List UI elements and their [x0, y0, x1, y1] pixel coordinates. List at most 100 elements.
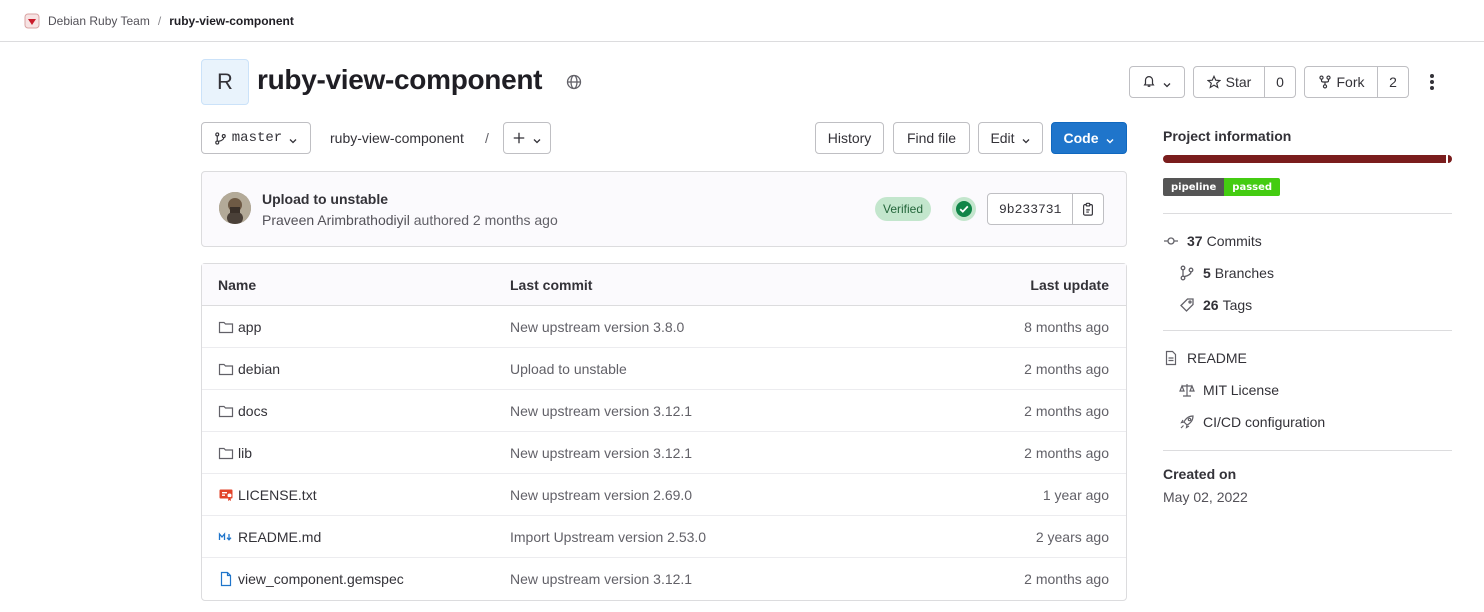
row-commit-message[interactable]: New upstream version 3.12.1 [510, 445, 930, 461]
fork-button[interactable]: Fork [1305, 67, 1377, 97]
row-updated: 2 months ago [1024, 402, 1109, 419]
license-icon [218, 487, 234, 503]
commit-meta: Praveen Arimbrathodiyil authored 2 month… [262, 212, 558, 228]
fork-button-group: Fork 2 [1304, 66, 1409, 98]
commits-link[interactable]: 37 Commits [1163, 233, 1262, 249]
copy-icon[interactable] [1073, 194, 1103, 224]
code-button[interactable]: Code [1051, 122, 1127, 154]
branch-icon [1180, 265, 1194, 281]
table-row[interactable]: view_component.gemspec New upstream vers… [202, 558, 1126, 600]
pipeline-status-icon[interactable] [952, 197, 976, 221]
tags-link[interactable]: 26 Tags [1179, 297, 1252, 313]
commit-icon [1164, 237, 1178, 245]
plus-icon [512, 131, 526, 145]
row-commit-message[interactable]: Import Upstream version 2.53.0 [510, 529, 930, 545]
chevron-down-icon [1021, 133, 1031, 144]
verified-badge[interactable]: Verified [875, 197, 932, 221]
kebab-icon[interactable] [1424, 70, 1440, 94]
find-file-button[interactable]: Find file [893, 122, 970, 154]
file-name[interactable]: LICENSE.txt [238, 487, 317, 503]
branch-selector[interactable]: master [201, 122, 311, 154]
project-avatar[interactable]: R [201, 59, 249, 105]
readme-link[interactable]: README [1163, 350, 1247, 366]
star-button[interactable]: Star [1194, 67, 1264, 97]
star-button-group: Star 0 [1193, 66, 1296, 98]
tags-count: 26 [1203, 297, 1219, 313]
fork-icon [1318, 75, 1332, 89]
breadcrumb-group[interactable]: Debian Ruby Team [48, 14, 150, 28]
branches-link[interactable]: 5 Branches [1179, 265, 1274, 281]
edit-label: Edit [990, 130, 1015, 146]
bell-icon [1142, 74, 1156, 91]
chevron-down-icon [1162, 77, 1172, 88]
commit-sha-group: 9b233731 [987, 193, 1105, 225]
row-updated: 2 months ago [1024, 571, 1109, 587]
breadcrumb-separator: / [157, 13, 162, 28]
last-commit-panel: Upload to unstable Praveen Arimbrathodiy… [201, 171, 1127, 247]
commits-label: Commits [1206, 233, 1262, 249]
folder-icon [218, 403, 234, 419]
history-button[interactable]: History [815, 122, 884, 154]
table-row[interactable]: README.md Import Upstream version 2.53.0… [202, 516, 1126, 558]
row-commit-message[interactable]: Upload to unstable [510, 361, 930, 377]
star-count[interactable]: 0 [1265, 67, 1295, 97]
created-on-date: May 02, 2022 [1163, 489, 1248, 505]
file-name[interactable]: lib [238, 445, 252, 461]
add-to-tree-button[interactable] [503, 122, 551, 154]
table-row[interactable]: docs New upstream version 3.12.1 2 month… [202, 390, 1126, 432]
file-name[interactable]: docs [238, 403, 268, 419]
chevron-down-icon [1105, 133, 1115, 144]
markdown-icon [218, 529, 234, 545]
author-avatar[interactable] [219, 192, 251, 224]
star-icon [1206, 75, 1221, 89]
language-bar[interactable] [1163, 155, 1452, 163]
branch-name: master [231, 130, 283, 146]
fork-label: Fork [1336, 74, 1365, 90]
commit-sha[interactable]: 9b233731 [988, 202, 1072, 217]
table-row[interactable]: debian Upload to unstable 2 months ago [202, 348, 1126, 390]
notifications-button[interactable] [1129, 66, 1185, 98]
branch-icon [214, 131, 227, 145]
row-updated: 1 year ago [1042, 486, 1109, 503]
file-tree-table: Name Last commit Last update app New ups… [201, 263, 1127, 601]
file-name[interactable]: view_component.gemspec [238, 571, 404, 587]
rocket-icon [1180, 415, 1194, 429]
row-updated: 2 months ago [1024, 360, 1109, 377]
sidebar-title: Project information [1163, 128, 1292, 144]
pipeline-badge-label: pipeline [1163, 178, 1225, 196]
path-root-link[interactable]: ruby-view-component [330, 130, 464, 146]
commit-title[interactable]: Upload to unstable [262, 191, 388, 207]
cicd-link[interactable]: CI/CD configuration [1179, 414, 1325, 430]
project-title: ruby-view-component [257, 64, 543, 95]
table-row[interactable]: lib New upstream version 3.12.1 2 months… [202, 432, 1126, 474]
branches-label: Branches [1214, 265, 1274, 281]
scale-icon [1179, 384, 1195, 397]
row-commit-message[interactable]: New upstream version 2.69.0 [510, 487, 930, 503]
folder-icon [218, 319, 234, 335]
commit-authored-time: authored 2 months ago [413, 212, 558, 228]
breadcrumb-project[interactable]: ruby-view-component [169, 14, 294, 28]
edit-button[interactable]: Edit [978, 122, 1043, 154]
file-name[interactable]: README.md [238, 529, 321, 545]
row-commit-message[interactable]: New upstream version 3.8.0 [510, 319, 930, 335]
tag-icon [1180, 298, 1194, 312]
star-label: Star [1225, 74, 1252, 90]
pipeline-badge[interactable]: pipeline passed [1163, 178, 1281, 196]
readme-label: README [1187, 350, 1247, 366]
file-name[interactable]: debian [238, 361, 280, 377]
row-commit-message[interactable]: New upstream version 3.12.1 [510, 571, 930, 587]
group-avatar-icon[interactable] [24, 13, 40, 29]
table-row[interactable]: LICENSE.txt New upstream version 2.69.0 … [202, 474, 1126, 516]
file-name[interactable]: app [238, 319, 261, 335]
code-label: Code [1063, 130, 1099, 146]
fork-count[interactable]: 2 [1378, 67, 1408, 97]
row-commit-message[interactable]: New upstream version 3.12.1 [510, 403, 930, 419]
header-last-update: Last update [1030, 276, 1109, 293]
folder-icon [218, 445, 234, 461]
chevron-down-icon [532, 133, 542, 144]
license-link[interactable]: MIT License [1179, 382, 1279, 398]
project-info-sidebar: Project information pipeline passed 37 C… [1163, 128, 1452, 505]
table-row[interactable]: app New upstream version 3.8.0 8 months … [202, 306, 1126, 348]
commit-author[interactable]: Praveen Arimbrathodiyil [262, 212, 410, 228]
chevron-down-icon [288, 133, 298, 144]
